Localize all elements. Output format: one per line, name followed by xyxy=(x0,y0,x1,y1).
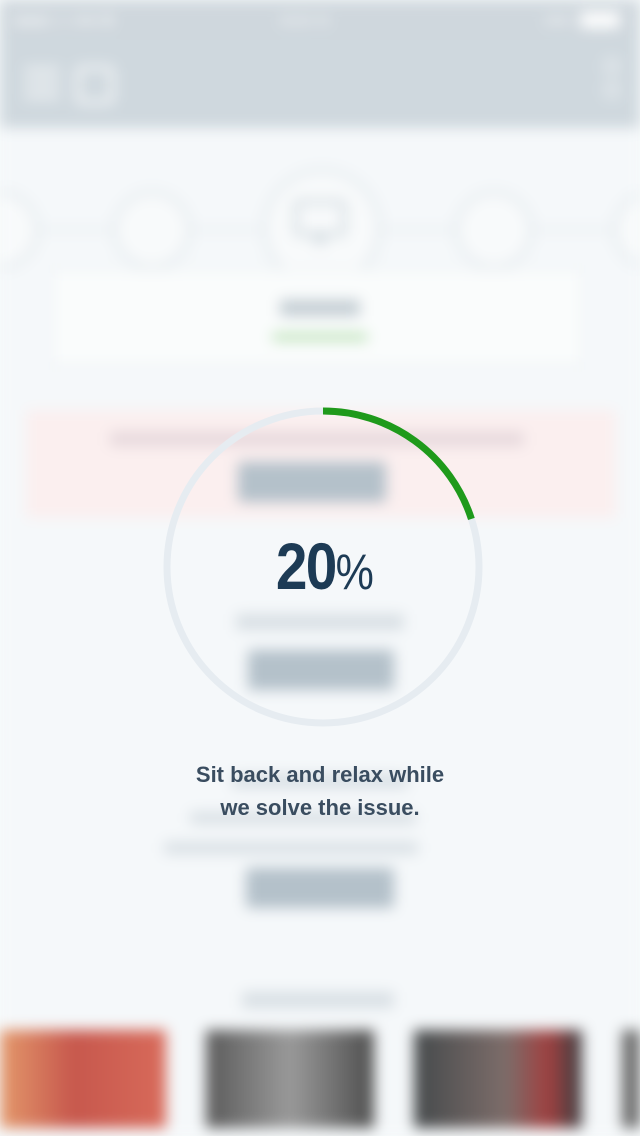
battery-icon xyxy=(580,12,620,28)
thumbnail-image[interactable] xyxy=(206,1030,374,1128)
progress-value: 20 xyxy=(275,529,337,603)
progress-unit: % xyxy=(335,544,374,600)
thumbnail-image[interactable] xyxy=(0,1030,166,1128)
step-circle xyxy=(112,190,192,270)
app-header xyxy=(0,40,640,128)
secondary-button[interactable] xyxy=(246,868,394,908)
screen: ●●●○○ ▪▪▪▪ ▾ ▪▪:▪▪ ▪▪ ▪▪▪▪ 20% Sit back … xyxy=(0,0,640,1136)
status-carrier: ●●●○○ ▪▪▪▪ ▾ xyxy=(14,10,113,30)
step-circle xyxy=(454,190,534,270)
progress-percent: 20% xyxy=(217,528,430,604)
status-bar: ●●●○○ ▪▪▪▪ ▾ ▪▪:▪▪ ▪▪ ▪▪▪▪ xyxy=(0,0,640,40)
step-card xyxy=(50,268,584,367)
thumbnail-image[interactable] xyxy=(414,1030,582,1128)
kebab-menu-icon[interactable] xyxy=(604,58,620,114)
status-time: ▪▪:▪▪ ▪▪ xyxy=(280,10,330,30)
status-message-line-2: we solve the issue. xyxy=(220,795,420,820)
section-heading xyxy=(242,992,394,1008)
info-line xyxy=(164,842,418,854)
step-progress-bar xyxy=(272,334,368,340)
status-battery-percent: ▪▪▪▪ xyxy=(544,10,570,30)
status-message: Sit back and relax while we solve the is… xyxy=(120,758,520,824)
hamburger-menu-icon[interactable] xyxy=(24,68,60,98)
logo-icon xyxy=(76,66,114,104)
monitor-icon xyxy=(293,199,347,244)
thumbnail-image[interactable] xyxy=(622,1030,640,1128)
step-title xyxy=(280,300,360,316)
status-message-line-1: Sit back and relax while xyxy=(195,762,445,787)
